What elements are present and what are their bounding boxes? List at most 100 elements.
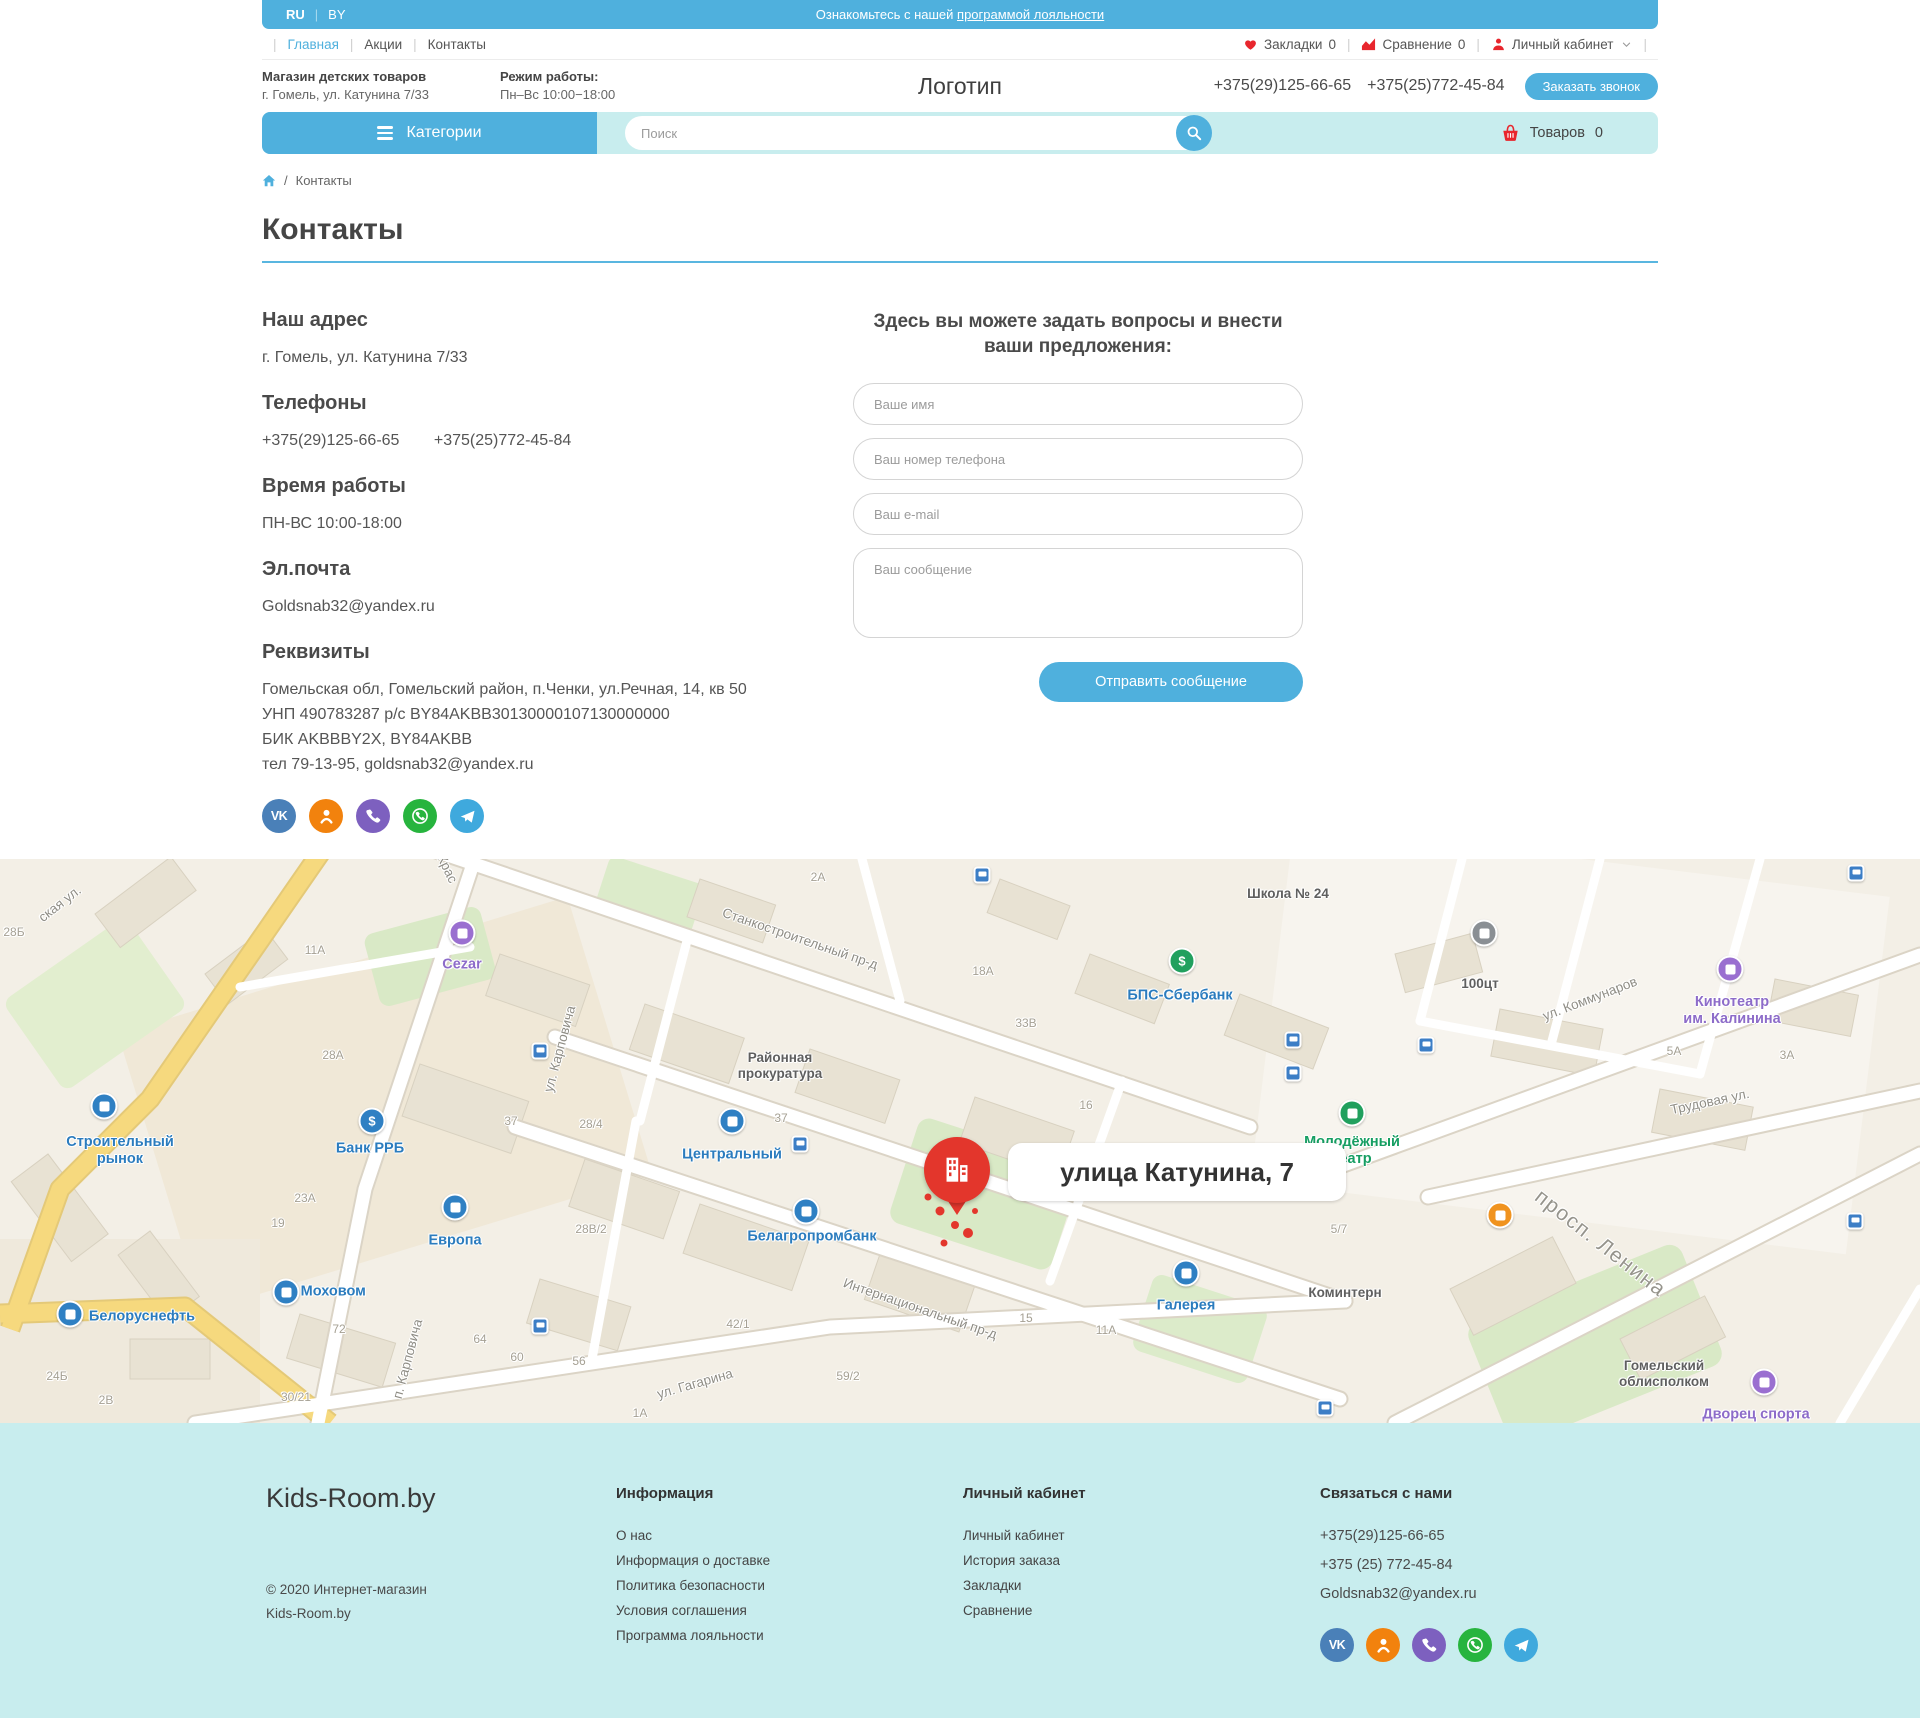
poi-glyph — [1759, 1377, 1769, 1387]
account-link[interactable]: Личный кабинет — [1491, 37, 1633, 52]
viber-icon[interactable] — [1412, 1628, 1446, 1662]
order-call-button[interactable]: Заказать звонок — [1525, 73, 1658, 100]
breadcrumb-home-link[interactable] — [262, 174, 276, 188]
lang-separator: | — [315, 7, 318, 22]
vk-icon[interactable]: VK — [1320, 1628, 1354, 1662]
topbar: RU | BY Ознакомьтесь с нашей программой … — [262, 0, 1658, 29]
store-name: Магазин детских товаров — [262, 69, 426, 84]
marker-dot — [972, 1208, 978, 1214]
nav-link-home[interactable]: Главная — [288, 37, 339, 52]
footer-email[interactable]: Goldsnab32@yandex.ru — [1320, 1586, 1658, 1602]
loyalty-program-link[interactable]: программой лояльности — [957, 7, 1104, 22]
contact-phone-1[interactable]: +375(29)125-66-65 — [262, 432, 399, 449]
page-title: Контакты — [262, 212, 1658, 248]
house-number: 30/21 — [281, 1390, 311, 1404]
requisites-title: Реквизиты — [262, 641, 853, 664]
telegram-icon[interactable] — [1504, 1628, 1538, 1662]
viber-icon[interactable] — [356, 799, 390, 833]
phone-field[interactable] — [853, 438, 1303, 480]
address-title: Наш адрес — [262, 309, 853, 332]
footer-link[interactable]: Информация о доставке — [616, 1553, 963, 1568]
place-label: Дворец спорта — [1702, 1406, 1809, 1423]
bus-stop-icon — [1317, 1400, 1334, 1417]
marker-dot — [963, 1228, 973, 1238]
cart-count: 0 — [1595, 125, 1603, 141]
map-marker[interactable] — [924, 1137, 990, 1203]
site-logo[interactable]: Логотип — [918, 73, 1002, 100]
footer-link[interactable]: Сравнение — [963, 1603, 1320, 1618]
name-field[interactable] — [853, 383, 1303, 425]
header-phone-2[interactable]: +375(25)772-45-84 — [1367, 77, 1504, 95]
cart-widget[interactable]: Товаров 0 — [1501, 124, 1603, 142]
chevron-down-icon — [1621, 39, 1632, 50]
contact-phone-2[interactable]: +375(25)772-45-84 — [434, 432, 571, 449]
map-marker-label: улица Катунина, 7 — [1008, 1143, 1346, 1201]
form-heading: Здесь вы можете задать вопросы и внести … — [863, 309, 1293, 359]
poi-glyph — [281, 1287, 291, 1297]
email-field[interactable] — [853, 493, 1303, 535]
poi-icon — [719, 1108, 746, 1135]
place-label: 100цт — [1461, 976, 1498, 992]
bus-stop-icon — [792, 1136, 809, 1153]
compare-link[interactable]: Сравнение 0 — [1361, 37, 1465, 52]
search-icon — [1186, 125, 1202, 141]
footer-link[interactable]: История заказа — [963, 1553, 1320, 1568]
poi-icon — [1751, 1369, 1778, 1396]
message-field[interactable] — [853, 548, 1303, 638]
send-message-button[interactable]: Отправить сообщение — [1039, 662, 1303, 702]
main-nav: | Главная | Акции | Контакты Закладки 0 … — [262, 29, 1658, 60]
poi-icon — [793, 1198, 820, 1225]
place-label: Белоруснефть — [89, 1308, 195, 1325]
ok-icon[interactable] — [309, 799, 343, 833]
bus-stop-icon — [532, 1043, 549, 1060]
place-label: Галерея — [1157, 1297, 1216, 1314]
poi-glyph — [65, 1309, 75, 1319]
ok-icon[interactable] — [1366, 1628, 1400, 1662]
footer-phone-1[interactable]: +375(29)125-66-65 — [1320, 1528, 1658, 1544]
bookmarks-link[interactable]: Закладки 0 — [1243, 37, 1336, 52]
house-number: 23А — [294, 1191, 315, 1205]
search-button[interactable] — [1176, 115, 1212, 151]
nav-links: | Главная | Акции | Контакты — [262, 37, 486, 52]
place-label: Белагропромбанк — [747, 1228, 876, 1245]
lang-by[interactable]: BY — [328, 7, 345, 22]
poi-glyph — [1347, 1108, 1357, 1118]
header-info-row: Магазин детских товаров г. Гомель, ул. К… — [262, 60, 1658, 112]
poi-icon — [1173, 1260, 1200, 1287]
footer-phone-2[interactable]: +375 (25) 772-45-84 — [1320, 1557, 1658, 1573]
footer-link[interactable]: Закладки — [963, 1578, 1320, 1593]
requisites-line: тел 79-13-95, goldsnab32@yandex.ru — [262, 752, 853, 777]
hours-value: ПН-ВС 10:00-18:00 — [262, 511, 853, 536]
location-map[interactable]: ская ул.КрасСтанкостроительный пр-дул. К… — [0, 859, 1920, 1423]
breadcrumb: / Контакты — [262, 173, 1658, 188]
vk-icon[interactable]: VK — [262, 799, 296, 833]
telegram-icon[interactable] — [450, 799, 484, 833]
nav-user-links: Закладки 0 | Сравнение 0 | Личный кабине… — [1243, 37, 1658, 52]
footer-link[interactable]: Личный кабинет — [963, 1528, 1320, 1543]
poi-glyph: $ — [368, 1114, 375, 1129]
footer-link[interactable]: Политика безопасности — [616, 1578, 963, 1593]
header-phone-1[interactable]: +375(29)125-66-65 — [1214, 77, 1351, 95]
nav-link-contacts[interactable]: Контакты — [428, 37, 486, 52]
house-number: 59/2 — [836, 1369, 859, 1383]
footer-brand[interactable]: Kids-Room.by — [262, 1483, 616, 1514]
poi-icon — [442, 1194, 469, 1221]
home-icon — [262, 174, 276, 188]
categories-button[interactable]: Категории — [262, 112, 597, 154]
footer-link[interactable]: Программа лояльности — [616, 1628, 963, 1643]
email-value[interactable]: Goldsnab32@yandex.ru — [262, 594, 853, 619]
page-container: RU | BY Ознакомьтесь с нашей программой … — [262, 0, 1658, 833]
search-input[interactable] — [625, 116, 1210, 150]
poi-icon — [91, 1093, 118, 1120]
bookmarks-count: 0 — [1328, 37, 1336, 52]
whatsapp-icon[interactable] — [403, 799, 437, 833]
nav-link-promos[interactable]: Акции — [364, 37, 402, 52]
whatsapp-icon[interactable] — [1458, 1628, 1492, 1662]
footer-account-title: Личный кабинет — [963, 1485, 1320, 1502]
lang-ru[interactable]: RU — [286, 7, 305, 22]
place-label: Европа — [428, 1232, 481, 1249]
requisites-line: УНП 490783287 р/с BY84AKBB30130000107130… — [262, 702, 853, 727]
footer-link[interactable]: Условия соглашения — [616, 1603, 963, 1618]
footer-link[interactable]: О нас — [616, 1528, 963, 1543]
place-label: Cezar — [442, 956, 482, 973]
